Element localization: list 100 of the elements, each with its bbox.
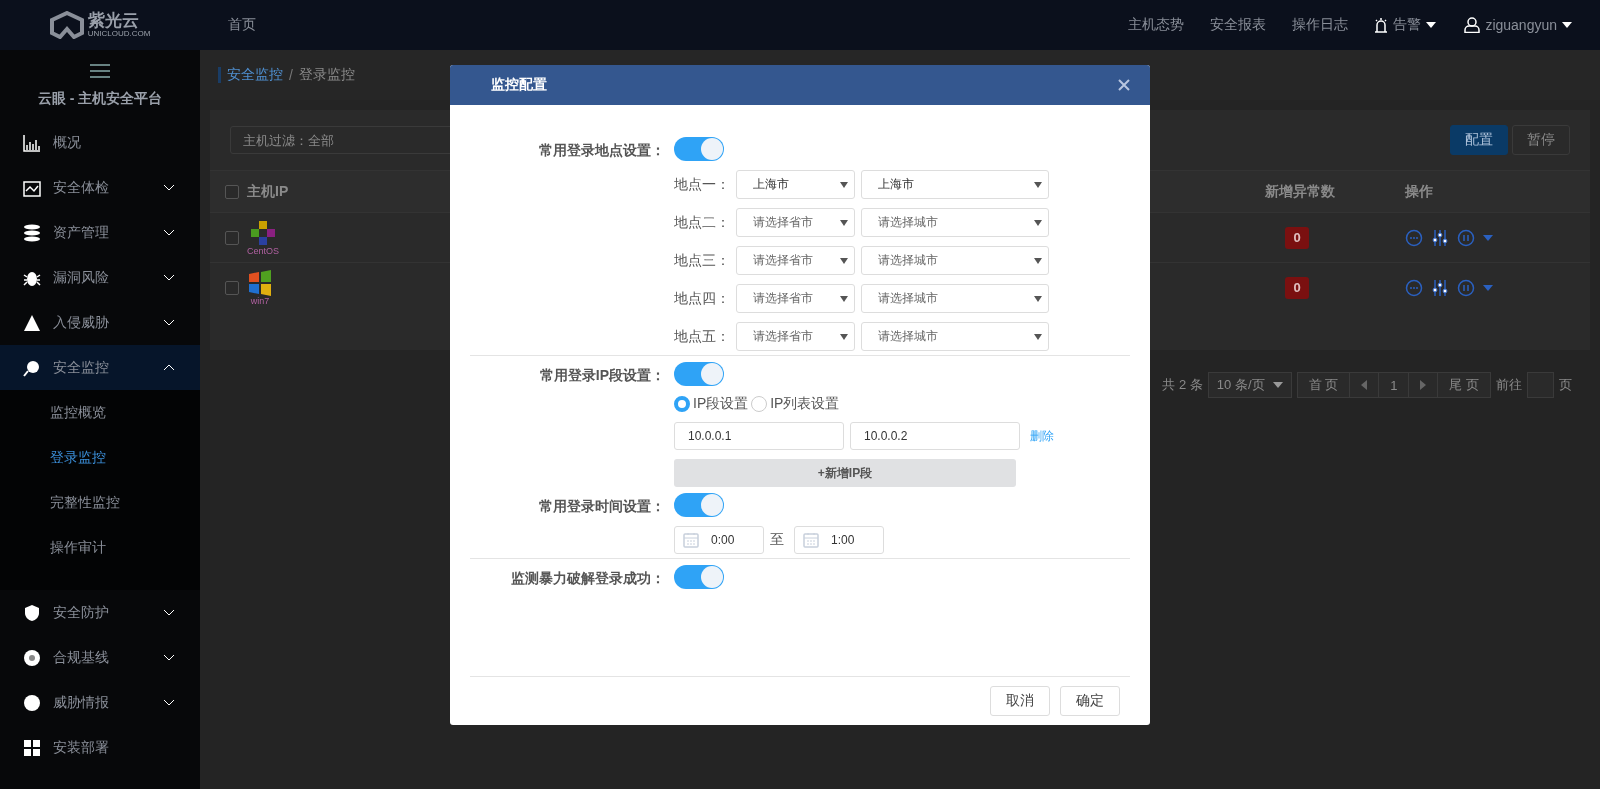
page-unit: 页	[1559, 376, 1572, 394]
cloud-logo-icon	[49, 11, 84, 39]
toggle-switch[interactable]	[674, 362, 724, 386]
pause-icon	[1457, 228, 1475, 247]
caret-icon	[1034, 219, 1042, 226]
nav-link[interactable]: 安全报表	[1210, 16, 1267, 34]
select-field[interactable]: 请选择省市	[736, 246, 855, 275]
column-header: 主机IP	[247, 182, 289, 201]
left-arrow-icon	[1361, 380, 1368, 390]
sliders-icon	[1431, 228, 1449, 247]
caret-icon	[1483, 234, 1493, 241]
submenu-item[interactable]: 完整性监控	[0, 480, 200, 525]
page-size-select[interactable]: 10 条/页	[1207, 372, 1292, 398]
select-field[interactable]: 请选择城市	[861, 246, 1049, 275]
time-field[interactable]: 0:00	[674, 526, 764, 554]
caret-icon	[1272, 382, 1283, 388]
chevron-icon	[163, 184, 175, 191]
setting-label: 常用登录时间设置：	[538, 497, 665, 516]
right-arrow-icon	[1420, 380, 1427, 390]
select-field[interactable]: 请选择城市	[861, 208, 1049, 237]
select-field[interactable]: 请选择省市	[736, 208, 855, 237]
toolbar-button[interactable]: 暂停	[1512, 125, 1570, 155]
caret-icon	[1034, 333, 1042, 340]
last-page-button[interactable]: 尾 页	[1438, 373, 1490, 397]
radio-label[interactable]: IP段设置	[693, 395, 749, 413]
dialog-title: 监控配置	[491, 76, 548, 94]
next-page-button[interactable]	[1409, 373, 1439, 397]
checkbox[interactable]	[225, 230, 239, 245]
caret-icon	[840, 219, 848, 226]
health-check-icon	[23, 178, 41, 197]
toolbar-button[interactable]: 配置	[1450, 125, 1508, 155]
dialog-button[interactable]: 取消	[990, 686, 1050, 716]
page-number[interactable]: 1	[1379, 373, 1410, 397]
database-icon	[23, 223, 41, 242]
toggle-switch[interactable]	[674, 493, 724, 517]
submenu-item[interactable]: 操作审计	[0, 525, 200, 570]
sidebar-item[interactable]: 安全体检	[0, 165, 200, 210]
breadcrumb-link[interactable]: 登录监控	[298, 66, 355, 84]
nav-link[interactable]: 主机态势	[1128, 16, 1185, 34]
caret-icon	[1426, 22, 1437, 28]
location-label: 地点四：	[674, 289, 730, 308]
sidebar-item[interactable]: 入侵威胁	[0, 300, 200, 345]
column-header: 操作	[1405, 182, 1434, 201]
location-label: 地点三：	[674, 251, 730, 270]
submenu-item[interactable]: 登录监控	[0, 435, 200, 480]
first-page-button[interactable]: 首 页	[1297, 373, 1351, 397]
submenu-item[interactable]: 监控概览	[0, 390, 200, 435]
select-field[interactable]: 上海市	[861, 170, 1049, 199]
calendar-icon	[683, 532, 699, 548]
select-field[interactable]: 请选择城市	[861, 322, 1049, 351]
time-field[interactable]: 1:00	[794, 526, 884, 554]
dialog-button[interactable]: 确定	[1060, 686, 1120, 716]
logo-subtext: UNICLOUD.COM	[87, 29, 151, 39]
chevron-icon	[163, 654, 175, 661]
sidebar-item[interactable]: 威胁情报	[0, 680, 200, 725]
shield-icon	[23, 603, 41, 622]
radio-button[interactable]	[751, 396, 768, 412]
sidebar-item[interactable]: 漏洞风险	[0, 255, 200, 300]
close-button[interactable]	[1118, 79, 1130, 91]
toggle-switch[interactable]	[674, 565, 724, 589]
add-button[interactable]: +新增IP段	[674, 459, 1016, 487]
pause-icon	[1457, 278, 1475, 297]
sidebar-item[interactable]: 安全监控	[0, 345, 200, 390]
radio-button[interactable]	[674, 396, 690, 412]
caret-icon	[840, 181, 848, 188]
nav-link[interactable]: 首页	[200, 16, 284, 34]
sidebar-item[interactable]: 安装部署	[0, 725, 200, 770]
total-count: 共 2 条	[1162, 376, 1203, 394]
sidebar-item[interactable]: 资产管理	[0, 210, 200, 255]
chevron-icon	[163, 229, 175, 236]
checkbox[interactable]	[225, 280, 239, 295]
sidebar-item[interactable]: 概况	[0, 120, 200, 165]
input-field[interactable]: 10.0.0.1	[674, 422, 844, 450]
alert-menu[interactable]: 告警	[1374, 16, 1437, 34]
sidebar-item[interactable]: 合规基线	[0, 635, 200, 680]
caret-icon	[840, 295, 848, 302]
nav-link[interactable]: 操作日志	[1292, 16, 1349, 34]
select-field[interactable]: 请选择省市	[736, 284, 855, 313]
checkbox[interactable]	[225, 184, 239, 199]
user-menu[interactable]: ziguangyun	[1464, 17, 1572, 33]
caret-icon	[1034, 257, 1042, 264]
location-label: 地点五：	[674, 327, 730, 346]
chevron-icon	[163, 364, 175, 371]
count-badge: 0	[1285, 226, 1309, 249]
window-flag-icon	[247, 269, 273, 296]
calendar-icon	[803, 532, 819, 548]
user-name: ziguangyun	[1485, 17, 1557, 33]
select-field[interactable]: 请选择省市	[736, 322, 855, 351]
previous-page-button[interactable]	[1350, 373, 1380, 397]
breadcrumb-link[interactable]: 安全监控	[227, 66, 283, 84]
chevron-icon	[163, 609, 175, 616]
radio-label[interactable]: IP列表设置	[770, 395, 840, 413]
grid-icon	[23, 738, 41, 757]
select-field[interactable]: 请选择城市	[861, 284, 1049, 313]
menu-icon	[90, 64, 110, 78]
toggle-switch[interactable]	[674, 137, 724, 161]
sidebar-item[interactable]: 安全防护	[0, 590, 200, 635]
warning-icon	[23, 313, 41, 332]
input-field[interactable]: 10.0.0.2	[850, 422, 1020, 450]
select-field[interactable]: 上海市	[736, 170, 855, 199]
